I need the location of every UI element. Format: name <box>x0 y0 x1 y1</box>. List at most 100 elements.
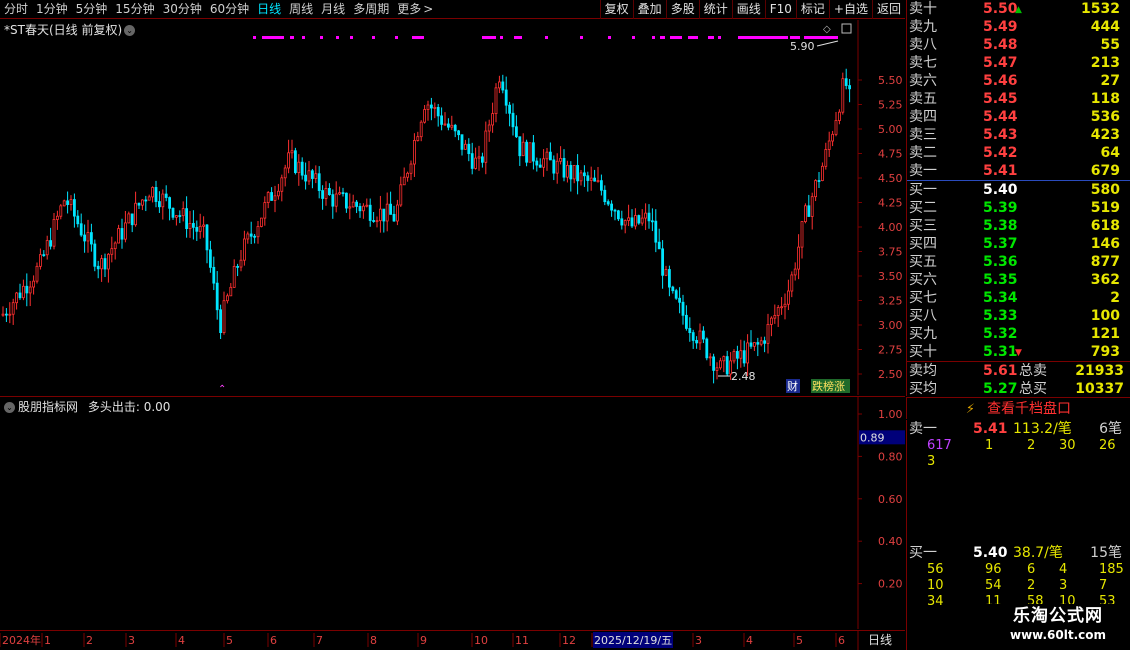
ask-queue-cell: 1 <box>985 438 994 453</box>
candle <box>15 291 19 310</box>
period-tab-2[interactable]: 5分钟 <box>72 0 112 19</box>
candle <box>620 210 624 230</box>
candle <box>545 147 549 171</box>
candle <box>460 134 464 156</box>
ranking-badge[interactable]: 跌榜涨 <box>812 379 845 393</box>
candle <box>385 192 389 232</box>
toolbar-button-6[interactable]: 标记 <box>795 0 829 19</box>
period-tab-5[interactable]: 60分钟 <box>206 0 253 19</box>
candle <box>640 209 644 226</box>
period-tab-8[interactable]: 月线 <box>317 0 349 19</box>
candle <box>290 139 294 159</box>
candle <box>532 134 535 170</box>
candle <box>657 228 661 250</box>
window-icon[interactable] <box>841 23 852 34</box>
chevron-down-icon[interactable]: ⌄ <box>124 25 136 36</box>
candle <box>246 231 250 244</box>
candle <box>419 120 423 142</box>
candle <box>521 133 525 157</box>
ask-volume: 536 <box>1090 109 1120 125</box>
candle <box>844 68 848 90</box>
date-tick-label: 8 <box>370 634 377 647</box>
period-label[interactable]: 日线 <box>868 633 892 647</box>
deep-book-label: 查看千档盘口 <box>987 401 1072 417</box>
period-tab-10[interactable]: 更多 <box>393 0 423 19</box>
candle <box>630 209 634 229</box>
candle <box>212 256 216 291</box>
toolbar-button-5[interactable]: F10 <box>764 0 796 19</box>
candlestick-canvas[interactable]: 5.50 5.25 5.00 4.75 4.50 4.25 4.00 3.75 3.50 3.25… <box>0 20 905 395</box>
toolbar-button-8[interactable]: 返回 <box>871 0 905 19</box>
date-tick-label: 2024年 <box>2 633 41 647</box>
toolbar-button-3[interactable]: 统计 <box>698 0 732 19</box>
bid-level-label: 买五 <box>909 254 937 270</box>
period-tab-0[interactable]: 分时 <box>0 0 32 19</box>
date-tick-label: 5 <box>226 634 233 647</box>
candle <box>147 194 151 201</box>
bid-queue-row: 10 54 2 3 7 <box>907 578 1130 594</box>
candle <box>691 329 695 349</box>
candle <box>613 208 617 221</box>
candle <box>219 304 223 340</box>
candle <box>783 293 787 320</box>
candle <box>525 139 528 167</box>
period-tab-4[interactable]: 30分钟 <box>159 0 206 19</box>
candle <box>515 115 518 139</box>
candle <box>86 219 90 253</box>
average-price: 5.27 <box>983 381 1018 397</box>
candlestick-chart[interactable]: *ST春天(日线 前复权) ⌄ 5.50 5.25 5.00 4.75 4.50 4.25 4… <box>0 20 905 395</box>
chevron-right-icon[interactable]: > <box>423 0 437 19</box>
date-tick-label: 2025/12/19/五 <box>594 634 672 647</box>
toolbar-button-2[interactable]: 多股 <box>665 0 699 19</box>
candle <box>137 202 141 210</box>
date-axis[interactable]: 2024年 1 2 3 4 5 6 7 8 9 10 11 12 2025/12/19/五 3 4 5 6 日线 <box>0 630 905 650</box>
finance-badge[interactable]: 财 <box>787 379 798 393</box>
candle <box>477 145 481 171</box>
indicator-canvas[interactable]: 1.00 0.80 0.60 0.40 0.20 0.89 <box>0 397 905 629</box>
bid-row: 买二 5.39 519 <box>907 199 1130 217</box>
candle <box>814 179 817 202</box>
candle <box>307 161 311 185</box>
candle <box>314 165 318 184</box>
indicator-panel[interactable]: ⌄ 股朋指标网 多头出击: 0.00 1.00 0.80 0.60 0.40 0.20 0.… <box>0 396 905 629</box>
indicator-title[interactable]: ⌄ 股朋指标网 多头出击: 0.00 <box>4 398 170 415</box>
candle <box>800 221 804 259</box>
candle <box>831 130 834 147</box>
chart-title[interactable]: *ST春天(日线 前复权) ⌄ <box>4 21 136 38</box>
price-tick-label: 3.00 <box>878 319 903 332</box>
candle <box>171 207 175 220</box>
chevron-down-icon[interactable]: ⌄ <box>4 402 15 413</box>
ask-queue-cell: 2 <box>1027 438 1036 453</box>
high-price-label: 5.90 <box>790 40 815 53</box>
period-tab-7[interactable]: 周线 <box>285 0 317 19</box>
ask-level-label: 卖八 <box>909 37 937 53</box>
period-tab-1[interactable]: 1分钟 <box>32 0 72 19</box>
lightning-icon: ⚡ <box>965 402 976 417</box>
deep-book-button[interactable]: ⚡ 查看千档盘口 <box>906 397 1130 419</box>
toolbar-button-7[interactable]: +自选 <box>828 0 872 19</box>
candle <box>392 205 396 222</box>
bid-level-label: 买六 <box>909 272 937 288</box>
toolbar-button-1[interactable]: 叠加 <box>632 0 666 19</box>
ask-level-label: 卖四 <box>909 109 937 125</box>
candle <box>66 191 69 214</box>
toolbar-button-4[interactable]: 画线 <box>731 0 765 19</box>
ask-level-label: 卖二 <box>909 145 937 161</box>
toolbar-button-0[interactable]: 复权 <box>599 0 633 19</box>
candle <box>113 241 117 260</box>
candle <box>406 171 410 182</box>
period-tab-6[interactable]: 日线 <box>253 0 285 19</box>
candle <box>429 97 433 121</box>
diamond-icon[interactable]: ◇ <box>823 24 831 35</box>
ask-volume: 55 <box>1100 37 1120 53</box>
candle <box>412 133 416 177</box>
candle <box>732 349 736 364</box>
ask-price: 5.47 <box>983 55 1018 71</box>
ask-level-label: 卖五 <box>909 91 937 107</box>
indicator-tick-label: 0.40 <box>878 535 903 548</box>
candle <box>266 191 270 209</box>
candle <box>321 185 325 210</box>
period-tab-9[interactable]: 多周期 <box>349 0 393 19</box>
bid-price: 5.40 <box>983 182 1018 198</box>
period-tab-3[interactable]: 15分钟 <box>111 0 158 19</box>
